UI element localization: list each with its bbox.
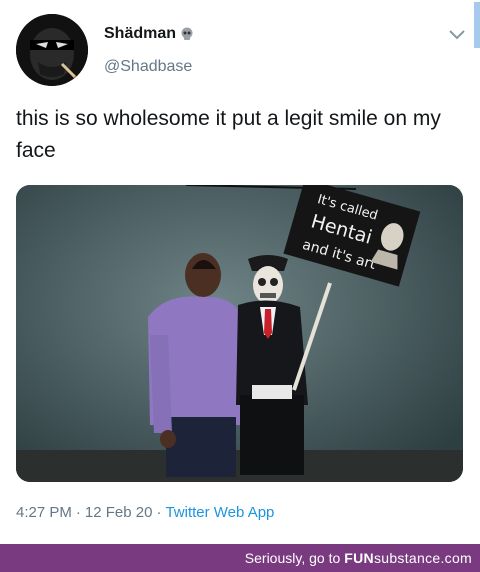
avatar-image [16,14,88,86]
tweet-metadata: 4:27 PM · 12 Feb 20 · Twitter Web App [16,504,274,521]
avatar[interactable] [16,14,88,86]
watermark-text: Seriously, go to [244,550,341,566]
scroll-indicator [474,2,480,48]
chevron-down-icon [449,30,465,40]
watermark-brand-rest: substance.com [373,550,472,566]
tweet-time: 4:27 PM [16,504,72,521]
name-row: Shädman [104,25,194,43]
tweet-text: this is so wholesome it put a legit smil… [16,107,441,162]
more-options-button[interactable] [446,24,468,46]
watermark-brand: FUNsubstance.com [344,550,472,566]
tweet-source-link[interactable]: Twitter Web App [165,504,274,521]
watermark-brand-fun: FUN [344,550,374,566]
meta-separator: · [156,504,162,521]
meta-separator: · [75,504,81,521]
skull-icon [180,27,194,41]
user-handle[interactable]: @Shadbase [104,58,192,76]
watermark-banner: Seriously, go to FUNsubstance.com [0,544,480,572]
tweet-photo[interactable]: It's called Hentai and it's art [16,185,463,482]
tweet-date: 12 Feb 20 [84,504,153,521]
display-name[interactable]: Shädman [104,25,176,43]
